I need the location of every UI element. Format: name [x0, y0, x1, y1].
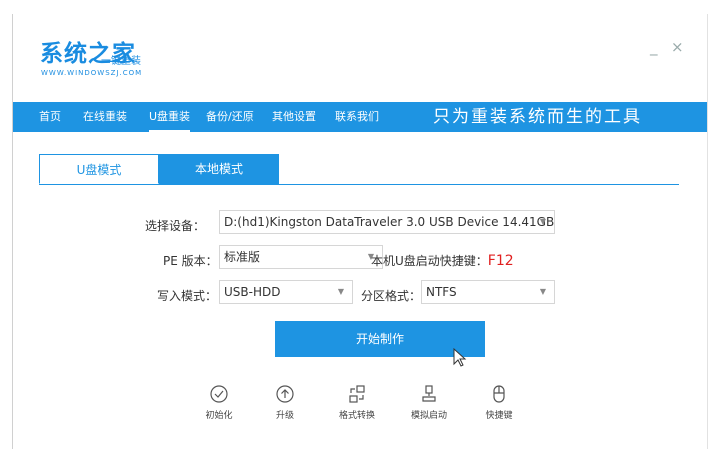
device-value: D:(hd1)Kingston DataTraveler 3.0 USB Dev… [224, 215, 555, 229]
write-mode-value: USB-HDD [224, 285, 281, 299]
mouse-icon [493, 385, 505, 403]
tool-label: 模拟启动 [410, 411, 447, 421]
nav-item-contact[interactable]: 联系我们 [335, 102, 379, 132]
minimize-button[interactable]: _ [650, 38, 658, 56]
tool-upgrade[interactable]: 升级 [255, 384, 315, 421]
mouse-pointer-icon [453, 348, 467, 367]
tab-local-mode[interactable]: 本地模式 [159, 154, 279, 184]
hotkey-info: 本机U盘启动快捷键：F12 [371, 252, 514, 269]
tool-hotkey[interactable]: 快捷键 [469, 384, 529, 421]
chevron-down-icon: ▼ [539, 217, 546, 226]
convert-icon [349, 385, 365, 403]
tool-simulate-boot[interactable]: 模拟启动 [399, 384, 459, 421]
pe-version-value: 标准版 [224, 250, 261, 264]
partition-format-label: 分区格式： [361, 289, 422, 303]
app-window: 系统之家 一键重装 WWW.WINDOWSZJ.COM _ × 首页 在线重装 … [12, 14, 708, 449]
device-label: 选择设备： [145, 219, 206, 233]
check-circle-icon [210, 385, 228, 403]
write-mode-label: 写入模式： [157, 289, 218, 303]
device-select[interactable]: D:(hd1)Kingston DataTraveler 3.0 USB Dev… [219, 210, 555, 234]
partition-format-select[interactable]: NTFS ▼ [421, 280, 555, 304]
pe-version-label: PE 版本： [163, 254, 218, 268]
pe-version-select[interactable]: 标准版 ▼ [219, 245, 383, 269]
hotkey-value: F12 [487, 253, 514, 269]
chevron-down-icon: ▼ [337, 287, 344, 296]
write-mode-select[interactable]: USB-HDD ▼ [219, 280, 353, 304]
tab-divider [39, 184, 679, 185]
slogan: 只为重装系统而生的工具 [433, 107, 642, 127]
logo-url: WWW.WINDOWSZJ.COM [41, 69, 143, 77]
nav-item-home[interactable]: 首页 [39, 102, 61, 132]
nav-item-other-settings[interactable]: 其他设置 [272, 102, 316, 132]
tool-label: 升级 [275, 411, 294, 421]
hotkey-label: 本机U盘启动快捷键： [371, 254, 488, 268]
nav-item-backup-restore[interactable]: 备份/还原 [206, 102, 254, 132]
nav-bar: 首页 在线重装 U盘重装 备份/还原 其他设置 联系我们 只为重装系统而生的工具 [13, 102, 707, 132]
close-button[interactable]: × [671, 38, 684, 56]
tool-label: 格式转换 [338, 411, 375, 421]
chevron-down-icon: ▼ [539, 287, 546, 296]
tool-label: 快捷键 [485, 411, 513, 421]
partition-format-value: NTFS [426, 285, 457, 299]
tab-u-disk-mode[interactable]: U盘模式 [39, 154, 159, 184]
tool-label: 初始化 [205, 411, 233, 421]
tool-initialize[interactable]: 初始化 [189, 384, 249, 421]
tool-format-convert[interactable]: 格式转换 [327, 384, 387, 421]
arrow-up-circle-icon [276, 385, 294, 403]
nav-item-usb-reinstall[interactable]: U盘重装 [149, 102, 191, 132]
usb-boot-icon [422, 385, 436, 402]
nav-item-online-reinstall[interactable]: 在线重装 [83, 102, 127, 132]
logo-subtitle: 一键重装 [101, 56, 141, 67]
